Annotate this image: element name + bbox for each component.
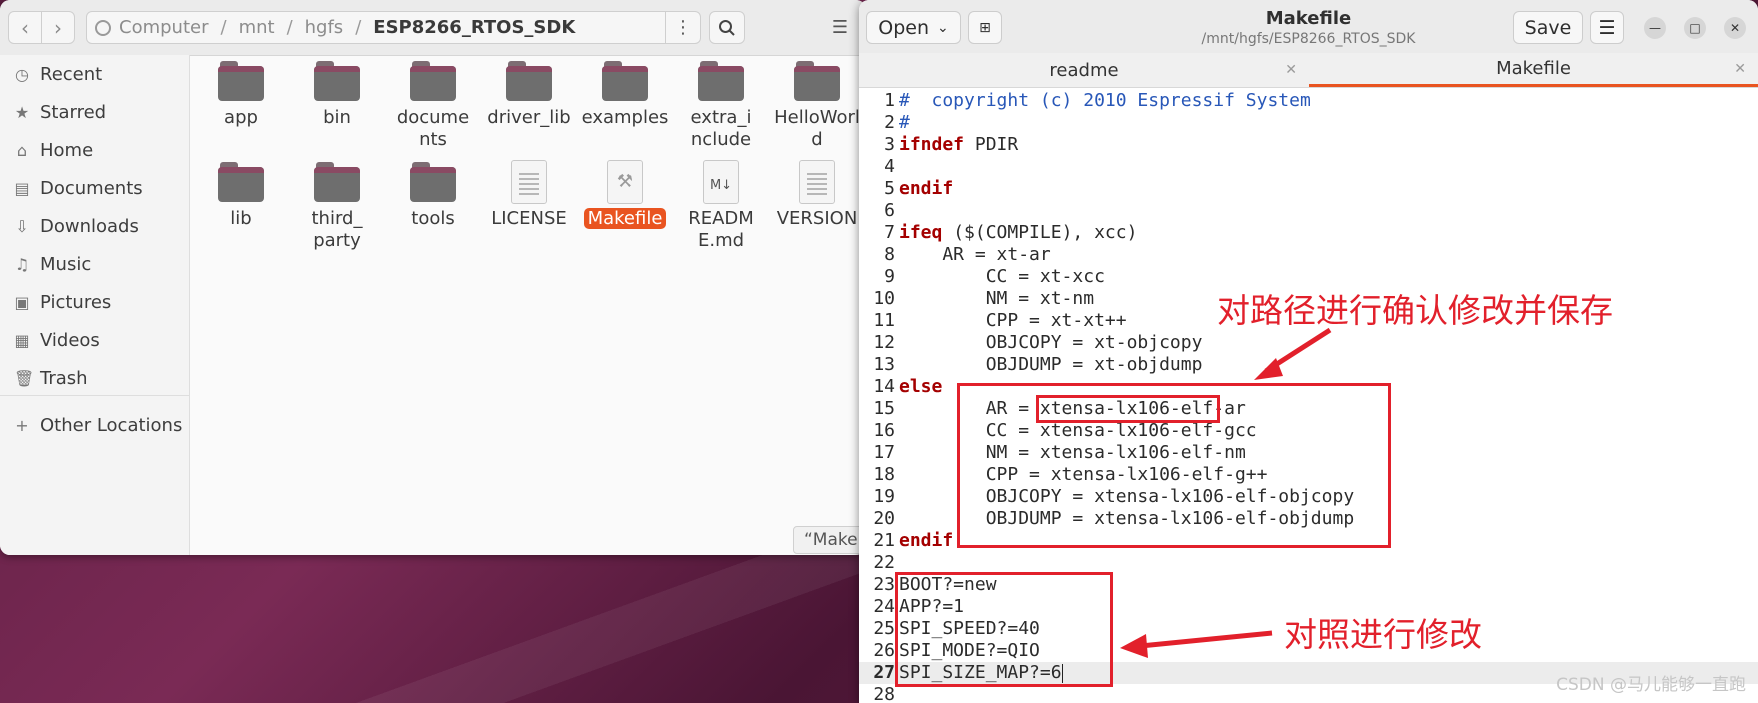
arrow-line-config	[1139, 630, 1273, 649]
watermark: CSDN @马儿能够一直跑	[1556, 675, 1746, 695]
arrow-head-config	[1120, 634, 1148, 658]
annotation-arrows	[1120, 327, 1332, 658]
